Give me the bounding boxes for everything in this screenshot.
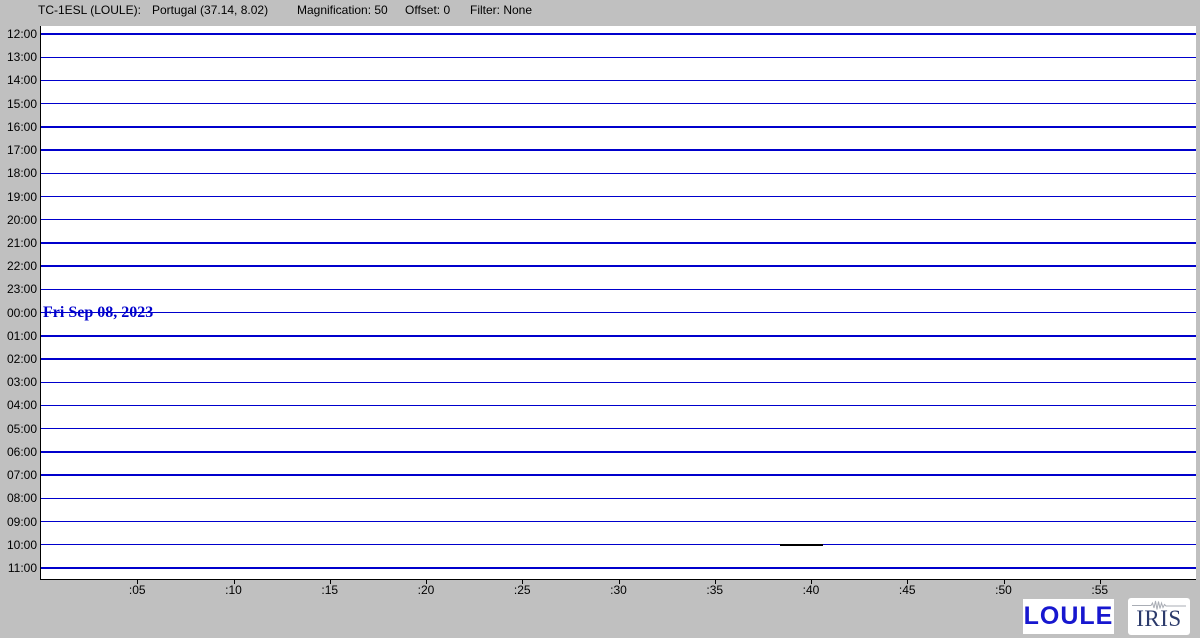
y-axis-label: 23:00: [0, 282, 37, 296]
station-button-label: LOULE: [1024, 602, 1114, 631]
y-axis-label: 08:00: [0, 491, 37, 505]
y-axis-label: 11:00: [0, 561, 37, 575]
seismogram-trace[interactable]: [41, 80, 1196, 81]
seismogram-trace[interactable]: [41, 289, 1196, 290]
trace-event-segment[interactable]: [780, 544, 822, 546]
y-axis-label: 05:00: [0, 422, 37, 436]
y-axis-label: 22:00: [0, 259, 37, 273]
helicorder-plot[interactable]: Fri Sep 08, 2023: [40, 26, 1196, 580]
iris-logo-text: IRIS: [1136, 608, 1181, 630]
y-axis-label: 02:00: [0, 352, 37, 366]
seismogram-trace[interactable]: [41, 474, 1196, 475]
x-axis-tick-label: :20: [408, 583, 444, 597]
seismogram-trace[interactable]: [41, 173, 1196, 174]
y-axis-label: 21:00: [0, 236, 37, 250]
seismogram-trace[interactable]: [41, 265, 1196, 266]
y-axis-label: 06:00: [0, 445, 37, 459]
seismogram-trace[interactable]: [41, 33, 1196, 34]
y-axis-label: 14:00: [0, 73, 37, 87]
station-id-label: TC-1ESL (LOULE):: [38, 3, 141, 18]
station-location: Portugal (37.14, 8.02): [152, 3, 268, 18]
seismogram-trace[interactable]: [41, 126, 1196, 127]
y-axis-label: 10:00: [0, 538, 37, 552]
x-axis-tick-label: :15: [312, 583, 348, 597]
filter-value: Filter: None: [470, 3, 532, 18]
seismogram-trace[interactable]: [41, 498, 1196, 499]
seismogram-trace[interactable]: [41, 451, 1196, 452]
y-axis-label: 13:00: [0, 50, 37, 64]
seismogram-trace[interactable]: [41, 567, 1196, 568]
y-axis-label: 15:00: [0, 97, 37, 111]
seismogram-trace[interactable]: [41, 57, 1196, 58]
magnification-value: Magnification: 50: [297, 3, 388, 18]
seismogram-trace[interactable]: [41, 382, 1196, 383]
seismogram-trace[interactable]: [41, 312, 1196, 313]
x-axis-tick-label: :10: [216, 583, 252, 597]
iris-logo[interactable]: IRIS: [1128, 598, 1190, 635]
seismogram-trace[interactable]: [41, 428, 1196, 429]
x-axis-tick-label: :40: [793, 583, 829, 597]
y-axis-label: 03:00: [0, 375, 37, 389]
x-axis-tick-label: :35: [697, 583, 733, 597]
y-axis-label: 18:00: [0, 166, 37, 180]
y-axis-label: 17:00: [0, 143, 37, 157]
seismogram-trace[interactable]: [41, 103, 1196, 104]
y-axis-label: 09:00: [0, 515, 37, 529]
seismogram-trace[interactable]: [41, 219, 1196, 220]
station-button[interactable]: LOULE: [1023, 599, 1114, 634]
x-axis-tick-label: :05: [119, 583, 155, 597]
x-axis-tick-label: :45: [889, 583, 925, 597]
seismogram-trace[interactable]: [41, 196, 1196, 197]
y-axis-label: 16:00: [0, 120, 37, 134]
x-axis-tick-label: :55: [1082, 583, 1118, 597]
seismogram-trace[interactable]: [41, 521, 1196, 522]
seismogram-trace[interactable]: [41, 149, 1196, 150]
y-axis-label: 12:00: [0, 27, 37, 41]
offset-value: Offset: 0: [405, 3, 450, 18]
y-axis-label: 07:00: [0, 468, 37, 482]
y-axis-label: 20:00: [0, 213, 37, 227]
x-axis-tick-label: :50: [986, 583, 1022, 597]
y-axis-label: 19:00: [0, 190, 37, 204]
y-axis-label: 00:00: [0, 306, 37, 320]
seismogram-trace[interactable]: [41, 242, 1196, 243]
seismogram-trace[interactable]: [41, 544, 1196, 545]
seismogram-trace[interactable]: [41, 405, 1196, 406]
y-axis-label: 04:00: [0, 398, 37, 412]
seismogram-trace[interactable]: [41, 358, 1196, 359]
x-axis-tick-label: :25: [504, 583, 540, 597]
x-axis-tick-label: :30: [601, 583, 637, 597]
date-annotation: Fri Sep 08, 2023: [43, 304, 153, 322]
seismogram-trace[interactable]: [41, 335, 1196, 336]
y-axis-label: 01:00: [0, 329, 37, 343]
